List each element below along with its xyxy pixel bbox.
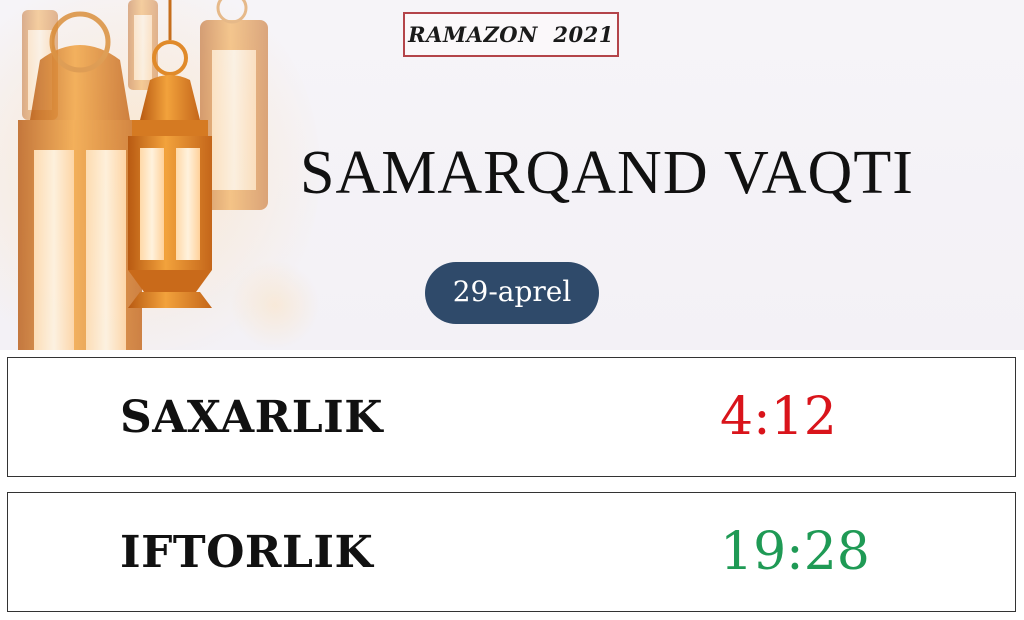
suhoor-row: SAXARLIK 4:12 — [7, 357, 1016, 477]
iftar-row: IFTORLIK 19:28 — [7, 492, 1016, 612]
suhoor-time: 4:12 — [720, 387, 837, 447]
ramadan-lanterns-icon — [18, 0, 268, 350]
iftar-label: IFTORLIK — [120, 526, 374, 578]
iftar-time: 19:28 — [720, 522, 870, 582]
header-banner: RAMAZON 2021 SAMARQAND VAQTI 29-aprel — [0, 0, 1024, 350]
date-badge: 29-aprel — [425, 262, 599, 324]
suhoor-label: SAXARLIK — [120, 391, 383, 443]
ramadan-year-badge: RAMAZON 2021 — [403, 12, 619, 57]
page-title: SAMARQAND VAQTI — [300, 139, 914, 207]
